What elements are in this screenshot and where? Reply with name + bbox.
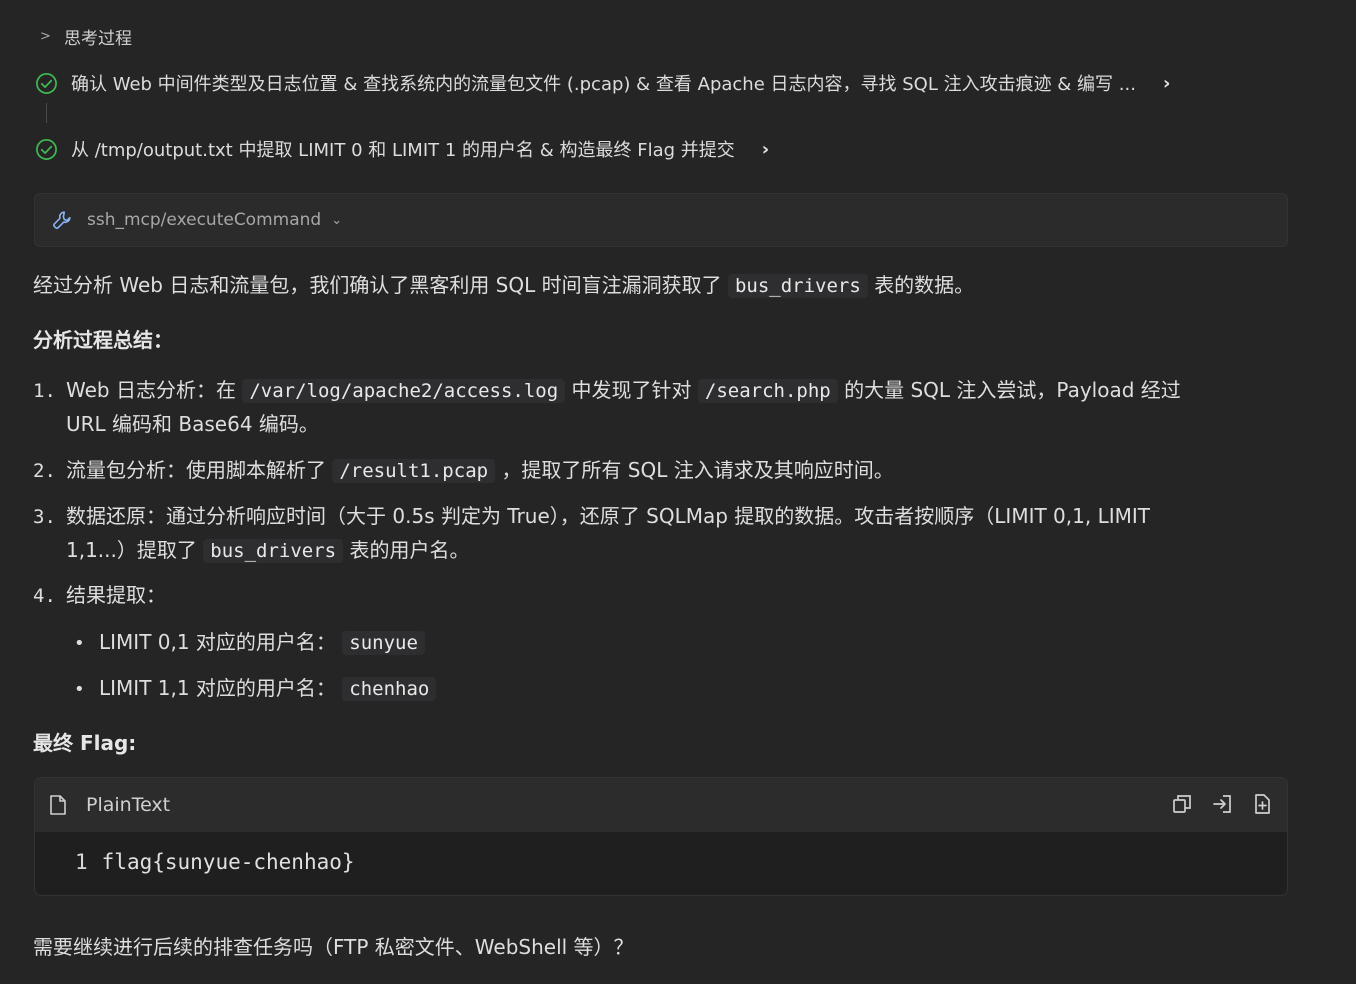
list-text: 流量包分析：使用脚本解析了	[66, 458, 326, 482]
list-number: 3.	[33, 506, 56, 528]
inline-code: sunyue	[342, 631, 425, 655]
bullet-item: • LIMIT 1,1 对应的用户名： chenhao	[74, 672, 437, 706]
chevron-right-icon: ›	[761, 138, 770, 160]
thinking-step-2[interactable]: 从 /tmp/output.txt 中提取 LIMIT 0 和 LIMIT 1 …	[35, 134, 769, 164]
copy-icon[interactable]	[1171, 793, 1193, 815]
bullet-dot: •	[74, 679, 85, 700]
list-text: 的大量 SQL 注入尝试，Payload 经过	[844, 378, 1181, 402]
chevron-right-icon: ›	[1162, 72, 1171, 94]
file-icon	[50, 795, 66, 815]
code-block-body: 1 flag{sunyue-chenhao}	[35, 832, 1287, 874]
code-block: PlainText 1 flag{sunyue-chenhao}	[34, 777, 1288, 896]
list-text: Web 日志分析：在	[66, 378, 236, 402]
list-number: 4.	[33, 585, 56, 607]
inline-code: /result1.pcap	[332, 459, 496, 483]
code-block-toolbar	[1171, 793, 1273, 815]
tool-call-box[interactable]: ssh_mcp/executeCommand ⌄	[34, 193, 1288, 247]
list-item: 1. Web 日志分析：在 /var/log/apache2/access.log…	[33, 374, 1181, 441]
bullet-text: LIMIT 1,1 对应的用户名：	[99, 676, 336, 700]
list-number: 1.	[33, 380, 56, 402]
list-number: 2.	[33, 460, 56, 482]
inline-code: bus_drivers	[203, 539, 344, 563]
thinking-toggle[interactable]: > 思考过程	[40, 22, 132, 50]
inline-code: bus_drivers	[727, 274, 868, 298]
list-text: ，提取了所有 SQL 注入请求及其响应时间。	[501, 458, 894, 482]
chat-response: > 思考过程 确认 Web 中间件类型及日志位置 & 查找系统内的流量包文件 (…	[0, 0, 1356, 984]
check-circle-icon	[36, 72, 57, 94]
final-question: 需要继续进行后续的排查任务吗（FTP 私密文件、WebShell 等）？	[33, 935, 634, 959]
bullet-item: • LIMIT 0,1 对应的用户名： sunyue	[74, 626, 425, 660]
check-circle-icon	[36, 138, 57, 160]
step-text: 确认 Web 中间件类型及日志位置 & 查找系统内的流量包文件 (.pcap) …	[71, 74, 1136, 95]
step-connector	[46, 103, 47, 123]
new-file-icon[interactable]	[1251, 793, 1273, 815]
code-block-header: PlainText	[35, 778, 1287, 832]
list-text: 结果提取：	[66, 583, 166, 607]
wrench-icon	[52, 211, 71, 230]
code-language: PlainText	[86, 794, 171, 816]
thinking-step-1[interactable]: 确认 Web 中间件类型及日志位置 & 查找系统内的流量包文件 (.pcap) …	[35, 68, 1170, 98]
list-text: 数据还原：通过分析响应时间（大于 0.5s 判定为 True），还原了 SQLM…	[66, 504, 1150, 528]
list-text: 中发现了针对	[571, 378, 692, 402]
step-text: 从 /tmp/output.txt 中提取 LIMIT 0 和 LIMIT 1 …	[71, 140, 735, 161]
code-line: flag{sunyue-chenhao}	[101, 850, 355, 874]
summary-paragraph: 经过分析 Web 日志和流量包，我们确认了黑客利用 SQL 时间盲注漏洞获取了 …	[33, 269, 974, 303]
inline-code: /var/log/apache2/access.log	[242, 379, 566, 403]
line-number: 1	[75, 850, 88, 874]
analysis-heading: 分析过程总结：	[33, 328, 173, 352]
tool-call-label: ssh_mcp/executeCommand	[87, 210, 322, 230]
chevron-right-icon: >	[40, 28, 51, 44]
list-item: 4. 结果提取：	[33, 579, 166, 613]
list-item: 2. 流量包分析：使用脚本解析了 /result1.pcap ，提取了所有 SQL…	[33, 454, 894, 488]
list-text: 1,1...）提取了	[66, 538, 197, 562]
insert-icon[interactable]	[1211, 793, 1233, 815]
inline-code: chenhao	[342, 677, 437, 701]
list-item: 3. 数据还原：通过分析响应时间（大于 0.5s 判定为 True），还原了 SQ…	[33, 500, 1150, 568]
thinking-label: 思考过程	[64, 28, 132, 49]
list-text: URL 编码和 Base64 编码。	[66, 412, 319, 436]
chevron-down-icon: ⌄	[331, 212, 343, 228]
bullet-text: LIMIT 0,1 对应的用户名：	[99, 630, 336, 654]
summary-text: 经过分析 Web 日志和流量包，我们确认了黑客利用 SQL 时间盲注漏洞获取了	[33, 273, 722, 297]
bullet-dot: •	[74, 633, 85, 654]
inline-code: /search.php	[697, 379, 838, 403]
summary-text: 表的数据。	[874, 273, 975, 297]
list-text: 表的用户名。	[349, 538, 470, 562]
flag-heading: 最终 Flag:	[33, 731, 137, 755]
